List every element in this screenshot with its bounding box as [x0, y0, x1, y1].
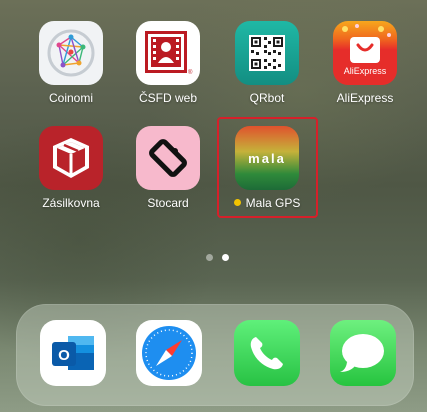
app-aliexpress[interactable]: AliExpress AliExpress — [315, 21, 415, 105]
highlight-box — [217, 117, 318, 218]
app-label: Zásilkovna — [42, 196, 100, 210]
stocard-icon — [136, 126, 200, 190]
aliexpress-icon: AliExpress — [333, 21, 397, 85]
app-stocard[interactable]: Stocard — [118, 126, 218, 210]
dock-safari[interactable] — [136, 320, 202, 386]
app-csfd-web[interactable]: ® ČSFD web — [118, 21, 218, 105]
safari-icon — [142, 326, 196, 380]
svg-text:O: O — [58, 347, 70, 364]
csfd-icon: ® — [136, 21, 200, 85]
app-coinomi[interactable]: Coinomi — [21, 21, 121, 105]
page-dot-2 — [222, 254, 229, 261]
app-label: Coinomi — [48, 91, 93, 105]
app-label: ČSFD web — [138, 91, 197, 105]
svg-text:®: ® — [188, 69, 193, 76]
page-dot-1 — [206, 254, 213, 261]
page-indicator[interactable] — [202, 254, 232, 262]
app-label: Stocard — [147, 196, 189, 210]
dock-outlook[interactable]: O — [40, 320, 106, 386]
app-qrbot[interactable]: QRbot — [217, 21, 317, 105]
home-screen: Coinomi ® ČSFD web QRbot AliExpress AliE… — [0, 0, 427, 412]
messages-icon — [340, 334, 384, 372]
app-label: QRbot — [249, 91, 285, 105]
app-zasilkovna[interactable]: Zásilkovna — [21, 126, 121, 210]
aliexpress-icon-text: AliExpress — [343, 66, 387, 76]
dock-phone[interactable] — [234, 320, 300, 386]
coinomi-icon — [39, 21, 103, 85]
phone-icon — [250, 337, 283, 370]
app-label: AliExpress — [336, 91, 394, 105]
qrbot-icon — [235, 21, 299, 85]
outlook-icon: O — [52, 336, 94, 370]
zasilkovna-icon — [39, 126, 103, 190]
dock-messages[interactable] — [330, 320, 396, 386]
dock: O — [16, 304, 414, 406]
